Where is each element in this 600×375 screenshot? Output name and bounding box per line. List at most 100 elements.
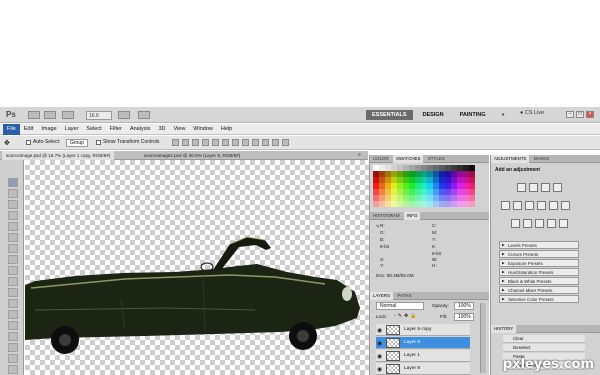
menu-edit[interactable]: Edit <box>20 124 37 135</box>
eye-icon[interactable]: ◉ <box>377 327 382 334</box>
gradient-tool-icon[interactable] <box>8 299 18 308</box>
curves-icon[interactable] <box>541 183 550 192</box>
distribute-vcenter-icon[interactable] <box>242 139 249 146</box>
tab-adjustments[interactable]: ADJUSTMENTS <box>491 155 530 163</box>
lasso-tool-icon[interactable] <box>8 200 18 209</box>
swatch[interactable] <box>469 201 475 207</box>
distribute-right-icon[interactable] <box>282 139 289 146</box>
tabs-overflow-icon[interactable]: » <box>358 152 361 158</box>
quick-selection-tool-icon[interactable] <box>8 211 18 220</box>
history-brush-tool-icon[interactable] <box>8 277 18 286</box>
workspace-essentials[interactable]: ESSENTIALS <box>366 110 413 120</box>
align-vcenter-icon[interactable] <box>182 139 189 146</box>
blur-tool-icon[interactable] <box>8 310 18 319</box>
move-tool-icon[interactable] <box>8 178 18 187</box>
eye-icon[interactable]: ◉ <box>377 353 382 360</box>
levels-presets[interactable]: Levels Presets <box>499 241 579 249</box>
black-white-presets[interactable]: Black & White Presets <box>499 277 579 285</box>
distribute-top-icon[interactable] <box>232 139 239 146</box>
layers-scrollbar[interactable] <box>480 303 486 373</box>
channel-mixer-icon[interactable] <box>561 201 570 210</box>
exposure-icon[interactable] <box>553 183 562 192</box>
selective-color-presets[interactable]: Selective Color Presets <box>499 295 579 303</box>
blend-mode-dropdown[interactable]: Normal <box>376 302 424 310</box>
cs-live-button[interactable]: ● CS Live <box>520 110 544 116</box>
pen-tool-icon[interactable] <box>8 332 18 341</box>
crop-tool-icon[interactable] <box>8 222 18 231</box>
tab-sourceimage2[interactable]: sourceimage2.psd @ 30.6% (Layer 9, RGB/8… <box>140 151 244 160</box>
photo-filter-icon[interactable] <box>549 201 558 210</box>
screen-mode-button[interactable] <box>138 111 150 119</box>
path-selection-tool-icon[interactable] <box>8 354 18 363</box>
menu-window[interactable]: Window <box>189 124 217 135</box>
posterize-icon[interactable] <box>523 219 532 228</box>
menu-file[interactable]: File <box>3 123 20 135</box>
auto-select-dropdown[interactable]: Group <box>66 139 88 147</box>
tab-swatches[interactable]: SWATCHES <box>393 155 424 163</box>
black-white-icon[interactable] <box>537 201 546 210</box>
history-step[interactable]: Deselect <box>503 344 585 352</box>
eye-icon[interactable]: ◉ <box>377 340 382 347</box>
menu-analysis[interactable]: Analysis <box>126 124 154 135</box>
workspace-painting[interactable]: PAINTING <box>454 110 492 120</box>
workspace-design[interactable]: DESIGN <box>417 110 450 120</box>
eye-icon[interactable]: ◉ <box>377 366 382 373</box>
distribute-left-icon[interactable] <box>262 139 269 146</box>
minimize-icon[interactable]: – <box>566 111 574 118</box>
tab-paths[interactable]: PATHS <box>394 292 414 300</box>
opacity-input[interactable]: 100% <box>454 302 474 310</box>
brush-tool-icon[interactable] <box>8 255 18 264</box>
layer-row[interactable]: ◉ Layer 1 <box>376 350 470 362</box>
tab-masks[interactable]: MASKS <box>531 155 552 163</box>
bridge-button[interactable] <box>28 111 40 119</box>
exposure-presets[interactable]: Exposure Presets <box>499 259 579 267</box>
clone-stamp-tool-icon[interactable] <box>8 266 18 275</box>
show-transform-checkbox[interactable]: Show Transform Controls <box>96 139 159 145</box>
maximize-icon[interactable]: □ <box>576 111 584 118</box>
menu-layer[interactable]: Layer <box>61 124 83 135</box>
distribute-hcenter-icon[interactable] <box>272 139 279 146</box>
tab-info[interactable]: INFO <box>403 212 421 220</box>
layer-row[interactable]: ◉ Layer 9 copy <box>376 324 470 336</box>
move-tool-icon[interactable]: ✥ <box>4 139 10 147</box>
align-hcenter-icon[interactable] <box>212 139 219 146</box>
align-bottom-icon[interactable] <box>192 139 199 146</box>
auto-select-check[interactable] <box>26 139 31 145</box>
layer-row[interactable]: ◉ Layer 8 <box>376 363 470 375</box>
document-canvas[interactable] <box>25 160 369 375</box>
layer-row-selected[interactable]: ◉ Layer 9 <box>376 337 470 349</box>
menu-image[interactable]: Image <box>37 124 60 135</box>
hue-saturation-icon[interactable] <box>513 201 522 210</box>
tab-styles[interactable]: STYLES <box>425 155 448 163</box>
extras-button[interactable] <box>62 111 74 119</box>
invert-icon[interactable] <box>511 219 520 228</box>
vibrance-icon[interactable] <box>501 201 510 210</box>
tab-color[interactable]: COLOR <box>370 155 392 163</box>
tab-layers[interactable]: LAYERS <box>370 292 394 300</box>
zoom-level[interactable]: 16.6 <box>86 111 112 120</box>
swatches-grid[interactable] <box>373 165 475 211</box>
arrange-documents-button[interactable] <box>118 111 130 119</box>
curves-presets[interactable]: Curves Presets <box>499 250 579 258</box>
show-transform-check[interactable] <box>96 139 101 145</box>
marquee-tool-icon[interactable] <box>8 189 18 198</box>
shape-tool-icon[interactable] <box>8 365 18 374</box>
selective-color-icon[interactable] <box>559 219 568 228</box>
gradient-map-icon[interactable] <box>547 219 556 228</box>
lock-icons[interactable]: ▫✎✥🔒 <box>394 313 418 319</box>
align-top-icon[interactable] <box>172 139 179 146</box>
tab-history[interactable]: HISTORY <box>491 325 517 333</box>
hue-saturation-presets[interactable]: Hue/Saturation Presets <box>499 268 579 276</box>
align-right-icon[interactable] <box>222 139 229 146</box>
fill-input[interactable]: 100% <box>454 313 474 321</box>
brightness-contrast-icon[interactable] <box>517 183 526 192</box>
tab-histogram[interactable]: HISTOGRAM <box>370 212 403 220</box>
menu-help[interactable]: Help <box>217 124 236 135</box>
tab-sourceimage[interactable]: sourceimage.psd @ 16.7% (Layer 1 copy, R… <box>2 151 115 160</box>
threshold-icon[interactable] <box>535 219 544 228</box>
dodge-tool-icon[interactable] <box>8 321 18 330</box>
eyedropper-tool-icon[interactable] <box>8 233 18 242</box>
type-tool-icon[interactable] <box>8 343 18 352</box>
minibridge-button[interactable] <box>44 111 56 119</box>
distribute-bottom-icon[interactable] <box>252 139 259 146</box>
